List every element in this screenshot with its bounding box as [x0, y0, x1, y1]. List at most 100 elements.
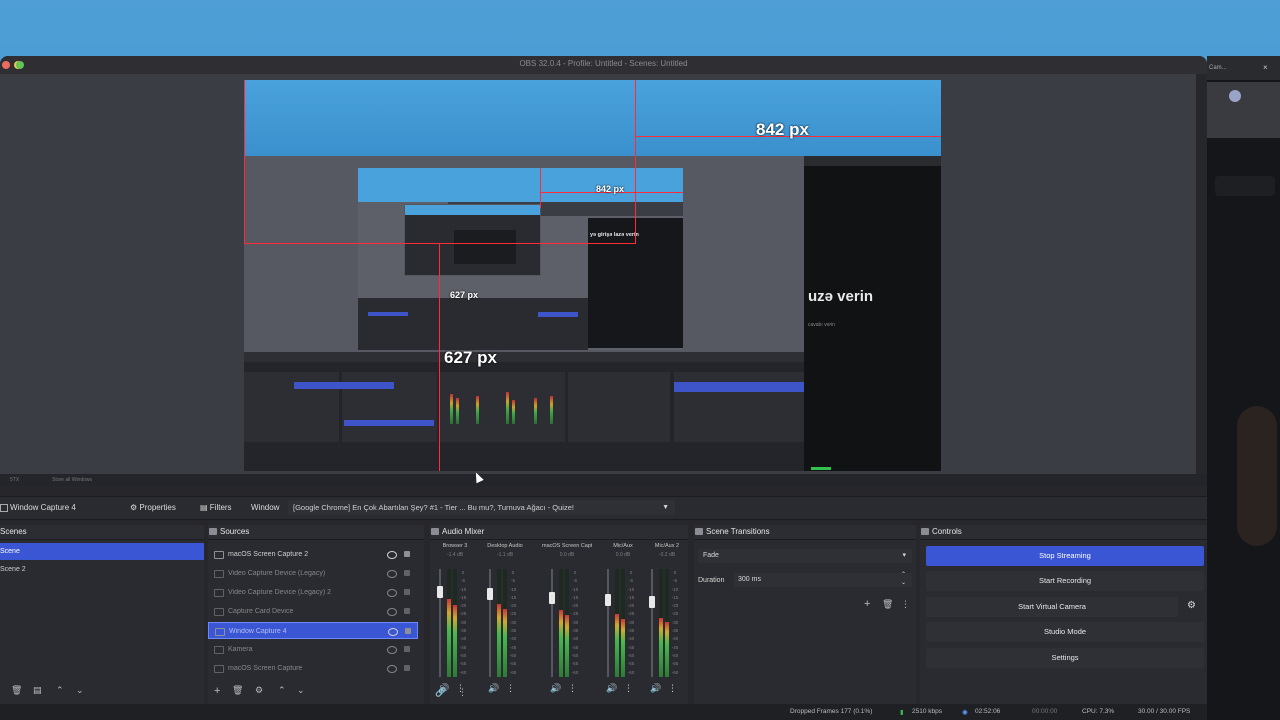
measure-line-bottom: [244, 243, 636, 244]
filters-button[interactable]: ▤ Filters: [194, 501, 238, 515]
source-item-label: macOS Screen Capture 2: [228, 551, 309, 558]
speaker-icon[interactable]: 🔊: [650, 683, 661, 694]
mixer-menu-dots-icon[interactable]: ⋮: [458, 687, 467, 698]
start-virtual-camera-button[interactable]: Start Virtual Camera: [926, 597, 1178, 617]
volume-fader-knob[interactable]: [487, 588, 493, 601]
source-item-label: Kamera: [228, 646, 253, 653]
title-bar: OBS 32.0.4 - Profile: Untitled - Scenes:…: [0, 56, 1207, 74]
mixer-channel-db: -1.1 dB: [496, 552, 514, 558]
measure-nested-line-a: [540, 168, 541, 208]
background-content-figure: [1237, 406, 1277, 546]
volume-fader[interactable]: [651, 569, 653, 677]
avatar: [1229, 90, 1241, 102]
source-properties-gear-icon[interactable]: ⚙: [255, 685, 263, 696]
studio-mode-button[interactable]: Studio Mode: [926, 622, 1204, 642]
source-type-icon: [215, 628, 225, 636]
stop-streaming-button[interactable]: Stop Streaming: [926, 546, 1204, 566]
mixer-link-icon[interactable]: 🔗: [435, 687, 446, 698]
speaker-icon[interactable]: 🔊: [606, 683, 617, 694]
stream-icon: ◉: [962, 709, 968, 716]
scene-item[interactable]: Scene: [0, 543, 204, 560]
move-down-icon[interactable]: ⌄: [297, 685, 305, 696]
source-item-selected[interactable]: Window Capture 4: [208, 622, 418, 639]
level-meter: [503, 569, 507, 677]
scene-item[interactable]: Scene 2: [0, 561, 204, 578]
audio-mixer-dock: Audio Mixer Browser 3 -1.4 dB 0 -5 -10 -15 -20…: [430, 525, 688, 705]
volume-fader-knob[interactable]: [549, 591, 555, 604]
meter-scale: 0 -5 -10 -15 -20 -25 -30 -35 -40 -45 -50 -55 -60: [509, 570, 517, 675]
duration-label: Duration: [698, 577, 725, 584]
visibility-eye-icon[interactable]: [387, 589, 397, 597]
visibility-eye-icon[interactable]: [387, 646, 397, 654]
bitrate: 2510 kbps: [912, 708, 942, 715]
visibility-eye-icon[interactable]: [387, 608, 397, 616]
level-meter: [559, 569, 563, 677]
remove-scene-icon[interactable]: 🗑: [11, 685, 22, 696]
lock-icon[interactable]: [404, 570, 410, 576]
volume-fader[interactable]: [607, 569, 609, 677]
volume-fader[interactable]: [551, 569, 553, 677]
lock-icon[interactable]: [404, 665, 410, 671]
virtual-camera-settings-gear-icon[interactable]: ⚙: [1187, 600, 1196, 611]
audio-mixer-icon: [431, 528, 439, 535]
volume-fader[interactable]: [489, 569, 491, 677]
start-recording-button[interactable]: Start Recording: [926, 571, 1204, 591]
channel-menu-dots-icon[interactable]: ⋮: [624, 683, 633, 694]
transition-select-value: Fade: [703, 552, 719, 559]
scene-filters-icon[interactable]: ▤: [33, 685, 42, 696]
channel-menu-dots-icon[interactable]: ⋮: [568, 683, 577, 694]
visibility-eye-icon[interactable]: [387, 551, 397, 559]
signal-icon: ▮: [900, 709, 904, 716]
source-item-label: Capture Card Device: [228, 608, 294, 615]
move-down-icon[interactable]: ⌄: [76, 685, 84, 696]
settings-button[interactable]: Settings: [926, 648, 1204, 668]
level-meter: [615, 569, 619, 677]
add-source-icon[interactable]: +: [214, 685, 220, 697]
add-transition-icon[interactable]: +: [864, 598, 870, 610]
preview-canvas[interactable]: uzə verin cavabı verin yə girişə lazə ve…: [244, 80, 941, 471]
transition-select[interactable]: Fade ▾: [698, 549, 912, 563]
source-item-label: Video Capture Device (Legacy): [228, 570, 326, 577]
properties-button[interactable]: ⚙ Properties: [124, 501, 182, 515]
visibility-eye-icon[interactable]: [387, 570, 397, 578]
source-item[interactable]: Kamera: [208, 641, 418, 658]
source-item[interactable]: Capture Card Device: [208, 603, 418, 620]
preview-area[interactable]: uzə verin cavabı verin yə girişə lazə ve…: [0, 74, 1196, 480]
channel-menu-dots-icon[interactable]: ⋮: [668, 683, 677, 694]
source-type-icon: [214, 646, 224, 654]
scene-transitions-title: Scene Transitions: [706, 527, 770, 536]
visibility-eye-icon[interactable]: [387, 665, 397, 673]
duration-spinbox[interactable]: 300 ms ⌃ ⌄: [734, 571, 912, 587]
scene-transitions-dock: Scene Transitions Fade ▾ Duration 300 ms…: [694, 525, 916, 705]
speaker-icon[interactable]: 🔊: [488, 683, 499, 694]
lock-icon[interactable]: [405, 628, 411, 634]
controls-title: Controls: [932, 527, 962, 536]
lock-icon[interactable]: [404, 589, 410, 595]
chevron-down-icon: ▾: [902, 552, 906, 559]
transition-menu-dots-icon[interactable]: ⋮: [901, 599, 910, 610]
source-item[interactable]: Video Capture Device (Legacy) 2: [208, 584, 418, 601]
lock-icon[interactable]: [404, 608, 410, 614]
remove-transition-icon[interactable]: 🗑: [882, 599, 893, 610]
close-tab-icon[interactable]: ×: [1263, 63, 1268, 72]
remove-source-icon[interactable]: 🗑: [232, 685, 243, 696]
lock-icon[interactable]: [404, 646, 410, 652]
source-item[interactable]: macOS Screen Capture: [208, 660, 418, 677]
channel-menu-dots-icon[interactable]: ⋮: [506, 683, 515, 694]
speaker-icon[interactable]: 🔊: [550, 683, 561, 694]
lock-icon[interactable]: [404, 551, 410, 557]
volume-fader-knob[interactable]: [649, 596, 655, 608]
window-select[interactable]: [Google Chrome] En Çok Abartılan Şey? #1…: [288, 500, 675, 515]
meter-scale: 0 -5 -10 -15 -20 -25 -30 -35 -40 -45 -50 -55 -60: [671, 570, 679, 675]
move-up-icon[interactable]: ⌃: [56, 685, 64, 696]
move-up-icon[interactable]: ⌃: [278, 685, 286, 696]
source-item[interactable]: macOS Screen Capture 2: [208, 546, 418, 563]
spin-arrows-icon[interactable]: ⌃ ⌄: [901, 571, 906, 587]
background-window-title: Cam...: [1209, 65, 1227, 71]
volume-fader-knob[interactable]: [605, 594, 611, 607]
visibility-eye-icon[interactable]: [388, 628, 398, 636]
volume-fader-knob[interactable]: [437, 585, 443, 598]
source-item[interactable]: Video Capture Device (Legacy): [208, 565, 418, 582]
controls-header: Controls: [920, 525, 1207, 540]
duration-value: 300 ms: [738, 576, 761, 583]
